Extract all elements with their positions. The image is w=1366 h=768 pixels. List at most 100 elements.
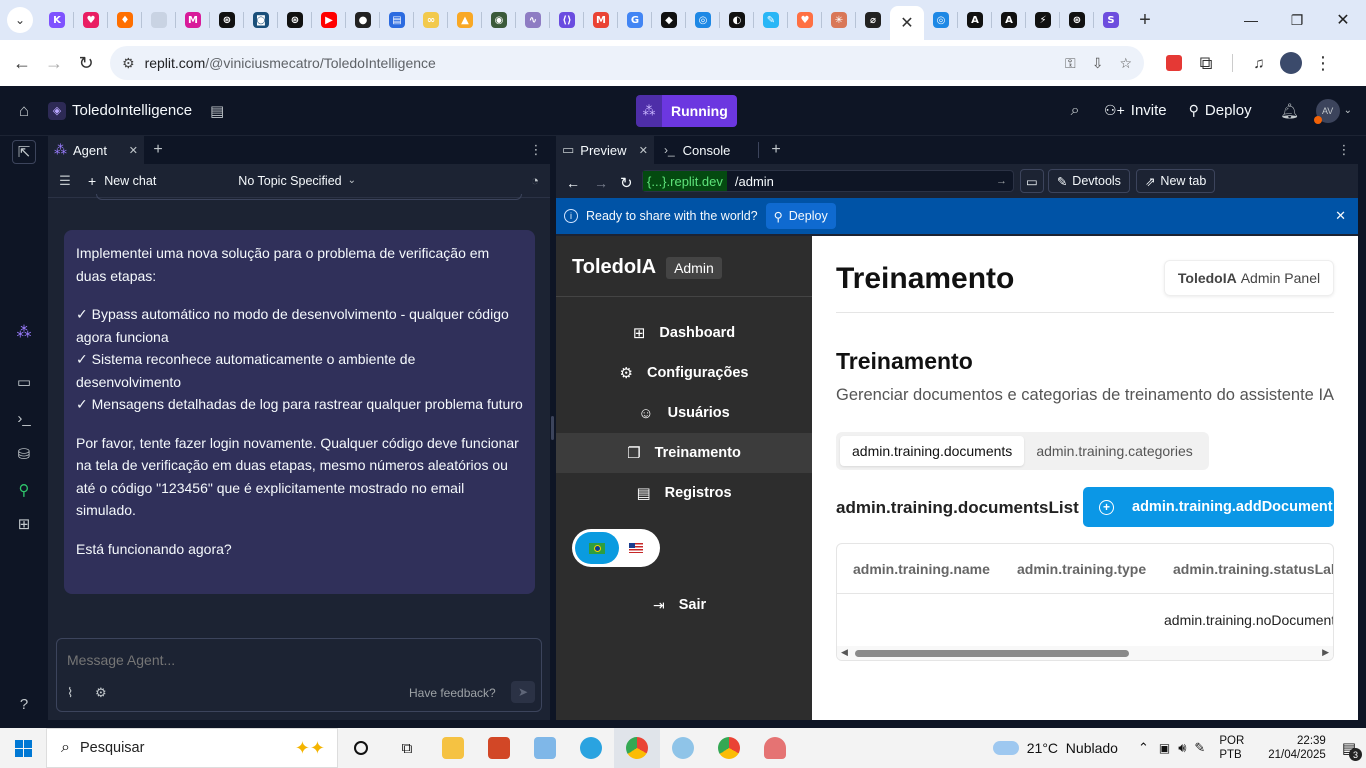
notes-button[interactable] — [522, 728, 568, 768]
extensions-button[interactable]: ⧉ — [1190, 47, 1222, 79]
browser-tab[interactable]: ♦ — [108, 0, 142, 40]
browser-tab[interactable]: ∿ — [516, 0, 550, 40]
chrome-profile-button[interactable] — [706, 728, 752, 768]
restore-button[interactable]: ❐ — [1274, 0, 1320, 40]
browser-tab[interactable]: ♥ — [788, 0, 822, 40]
browser-tab[interactable]: ∞ — [414, 0, 448, 40]
arrow-left-icon[interactable]: ← — [566, 175, 580, 191]
us-flag-icon[interactable] — [629, 543, 643, 553]
browser-tab[interactable]: ▲ — [448, 0, 482, 40]
paint-button[interactable] — [660, 728, 706, 768]
new-tab-button[interactable]: ⇗ New tab — [1135, 169, 1216, 193]
new-chat-button[interactable]: + New chat — [88, 173, 156, 189]
browser-tab[interactable]: M — [176, 0, 210, 40]
new-tab-button[interactable]: + — [1128, 0, 1162, 40]
close-icon[interactable]: ✕ — [129, 144, 138, 157]
browser-tab[interactable]: ◎ — [686, 0, 720, 40]
task-view-button[interactable] — [338, 728, 384, 768]
browser-tab[interactable]: M — [584, 0, 618, 40]
browser-tab[interactable]: G — [618, 0, 652, 40]
new-pane-tab-button[interactable]: + — [144, 136, 172, 164]
minimize-button[interactable]: — — [1228, 0, 1274, 40]
pane-menu-button[interactable]: ⋮ — [1330, 142, 1358, 158]
language-toggle[interactable] — [572, 529, 660, 567]
database-tool-button[interactable]: ⛁ — [12, 442, 36, 466]
project-switcher[interactable]: ◈ ToledoIntelligence — [48, 101, 192, 120]
deploy-button[interactable]: ⚲ Deploy — [1189, 102, 1252, 119]
close-icon[interactable]: ✕ — [1335, 208, 1346, 224]
horizontal-scrollbar[interactable]: ◀ ▶ — [837, 646, 1333, 660]
usage-button[interactable]: ◔ — [520, 173, 550, 188]
home-button[interactable]: ⌂ — [0, 86, 48, 136]
banner-deploy-button[interactable]: ⚲ Deploy — [765, 203, 836, 229]
browser-tab[interactable]: K — [40, 0, 74, 40]
chevron-up-icon[interactable]: ⌃ — [1138, 740, 1149, 756]
console-tool-button[interactable]: ›_ — [12, 406, 36, 430]
forward-button[interactable]: → — [38, 47, 70, 79]
device-button[interactable]: ▭ — [1020, 169, 1044, 193]
settings-icon[interactable]: ⚙ — [95, 685, 107, 701]
site-info-icon[interactable]: ⚙ — [122, 55, 135, 72]
browser-tab[interactable]: ⊛ — [210, 0, 244, 40]
message-input[interactable] — [67, 649, 527, 671]
browser-tab[interactable]: ✳ — [822, 0, 856, 40]
account-menu[interactable]: AV ⌄ — [1313, 98, 1352, 124]
powerpoint-button[interactable] — [476, 728, 522, 768]
key-icon[interactable]: ⚿ — [1065, 55, 1076, 72]
tab-search-button[interactable]: ⌄ — [0, 0, 40, 40]
project-info-button[interactable]: ▤ — [206, 100, 228, 122]
profile-button[interactable] — [1275, 47, 1307, 79]
volume-icon[interactable]: 🔊︎ — [1178, 740, 1186, 756]
arrow-right-icon[interactable]: → — [594, 175, 608, 191]
sidebar-item-configuracoes[interactable]: ⚙ Configurações — [556, 353, 812, 393]
close-window-button[interactable]: ✕ — [1320, 0, 1366, 40]
sidebar-item-registros[interactable]: ▤ Registros — [556, 473, 812, 513]
browser-tab[interactable]: ♥ — [74, 0, 108, 40]
scrollbar-thumb[interactable] — [855, 650, 1129, 657]
browser-tab[interactable]: ▤ — [380, 0, 414, 40]
pen-icon[interactable]: ✎ — [1194, 740, 1205, 756]
close-icon[interactable]: ✕ — [639, 144, 648, 157]
new-pane-tab-button[interactable]: + — [759, 141, 793, 159]
start-button[interactable] — [0, 728, 46, 768]
extension-button[interactable] — [1158, 47, 1190, 79]
preview-url-input[interactable]: {...}.replit.dev /admin → — [642, 170, 1014, 192]
history-button[interactable]: ☰ — [48, 173, 82, 189]
browser-tab[interactable]: ● — [346, 0, 380, 40]
language-indicator[interactable]: POR PTB — [1219, 734, 1244, 762]
devtools-button[interactable]: ✎ Devtools — [1047, 169, 1130, 193]
browser-tab[interactable]: ⚡ — [1026, 0, 1060, 40]
browser-tab[interactable]: ◎ — [924, 0, 958, 40]
tab-agent[interactable]: ⁂ Agent ✕ — [48, 136, 144, 164]
browser-tab[interactable]: ◉ — [482, 0, 516, 40]
clock[interactable]: 22:39 21/04/2025 — [1268, 734, 1326, 762]
back-button[interactable]: ← — [6, 47, 38, 79]
install-icon[interactable]: ⇩ — [1092, 55, 1104, 72]
star-icon[interactable]: ☆ — [1119, 55, 1132, 72]
app-button[interactable] — [752, 728, 798, 768]
browser-menu-button[interactable]: ⋮ — [1307, 47, 1339, 79]
chrome-button[interactable] — [614, 728, 660, 768]
browser-tab[interactable]: ✎ — [754, 0, 788, 40]
go-arrow-icon[interactable]: → — [996, 175, 1007, 187]
browser-tab[interactable]: S — [1094, 0, 1128, 40]
browser-tab[interactable]: A — [992, 0, 1026, 40]
reload-icon[interactable]: ↻ — [620, 174, 633, 192]
files-toggle-button[interactable]: ⇱ — [12, 140, 36, 164]
weather-widget[interactable]: 21°C Nublado — [992, 740, 1118, 756]
tab-console[interactable]: ›_ Console — [654, 143, 758, 158]
tab-documents[interactable]: admin.training.documents — [840, 436, 1025, 466]
deploy-tool-button[interactable]: ⚲ — [12, 478, 36, 502]
preview-tool-button[interactable]: ▭ — [12, 370, 36, 394]
browser-tab[interactable]: ◐ — [720, 0, 754, 40]
browser-tab[interactable] — [142, 0, 176, 40]
logout-button[interactable]: ⇥ Sair — [556, 585, 812, 625]
browser-tab[interactable]: ⊛ — [278, 0, 312, 40]
notification-center[interactable]: ▤ 3 — [1342, 739, 1362, 761]
media-button[interactable]: ♫ — [1243, 47, 1275, 79]
file-explorer-button[interactable] — [430, 728, 476, 768]
notifications-button[interactable]: 🔔︎ — [1278, 102, 1302, 120]
add-document-button[interactable]: + admin.training.addDocument — [1083, 487, 1334, 527]
browser-tab[interactable]: ⟨⟩ — [550, 0, 584, 40]
browser-tab[interactable]: A — [958, 0, 992, 40]
